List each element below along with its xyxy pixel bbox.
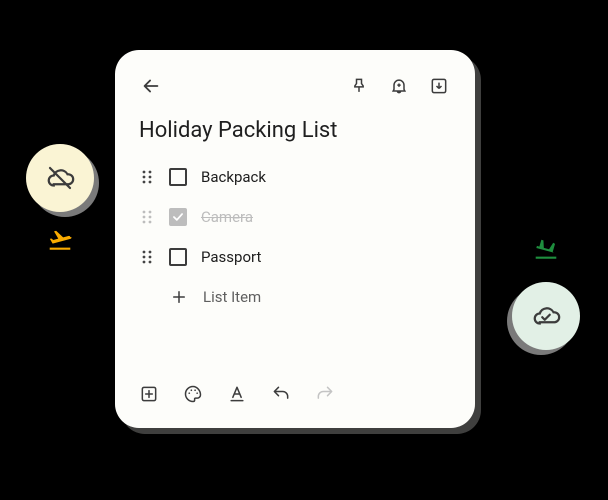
archive-icon — [429, 76, 449, 96]
pin-icon — [349, 76, 369, 96]
arrow-back-icon — [140, 75, 162, 97]
list-item[interactable]: Backpack — [139, 161, 459, 193]
plus-icon — [169, 287, 189, 307]
drag-handle-icon[interactable] — [139, 249, 155, 265]
undo-button[interactable] — [263, 376, 299, 412]
pin-button[interactable] — [339, 66, 379, 106]
item-text[interactable]: Camera — [201, 208, 253, 226]
item-text[interactable]: Backpack — [201, 168, 266, 186]
back-button[interactable] — [131, 66, 171, 106]
item-text[interactable]: Passport — [201, 248, 261, 266]
undo-icon — [271, 384, 291, 404]
palette-icon — [183, 384, 203, 404]
redo-button[interactable] — [307, 376, 343, 412]
flight-land-icon — [532, 235, 560, 263]
checkbox[interactable] — [169, 168, 187, 186]
redo-icon — [315, 384, 335, 404]
reminder-button[interactable] — [379, 66, 419, 106]
online-badge — [512, 282, 580, 350]
cloud-off-icon — [45, 163, 75, 193]
drag-handle-icon[interactable] — [139, 169, 155, 185]
list-item[interactable]: Camera — [139, 201, 459, 233]
checklist: Backpack Camera Passport List Item — [139, 161, 459, 313]
checkbox[interactable] — [169, 208, 187, 226]
note-title[interactable]: Holiday Packing List — [139, 118, 451, 143]
cloud-done-icon — [531, 301, 561, 331]
text-format-button[interactable] — [219, 376, 255, 412]
list-item[interactable]: Passport — [139, 241, 459, 273]
add-item-placeholder[interactable]: List Item — [203, 288, 261, 306]
drag-handle-icon[interactable] — [139, 209, 155, 225]
offline-badge — [26, 144, 94, 212]
archive-button[interactable] — [419, 66, 459, 106]
toolbar-bottom — [131, 376, 343, 412]
flight-takeoff-icon — [46, 226, 74, 254]
check-icon — [171, 210, 185, 224]
format-a-icon — [227, 384, 247, 404]
add-list-item[interactable]: List Item — [139, 281, 459, 313]
palette-button[interactable] — [175, 376, 211, 412]
toolbar-top — [131, 70, 459, 102]
add-box-button[interactable] — [131, 376, 167, 412]
add-box-icon — [139, 384, 159, 404]
bell-add-icon — [389, 76, 409, 96]
note-card: Holiday Packing List Backpack Camera Pas… — [115, 50, 475, 428]
checkbox[interactable] — [169, 248, 187, 266]
